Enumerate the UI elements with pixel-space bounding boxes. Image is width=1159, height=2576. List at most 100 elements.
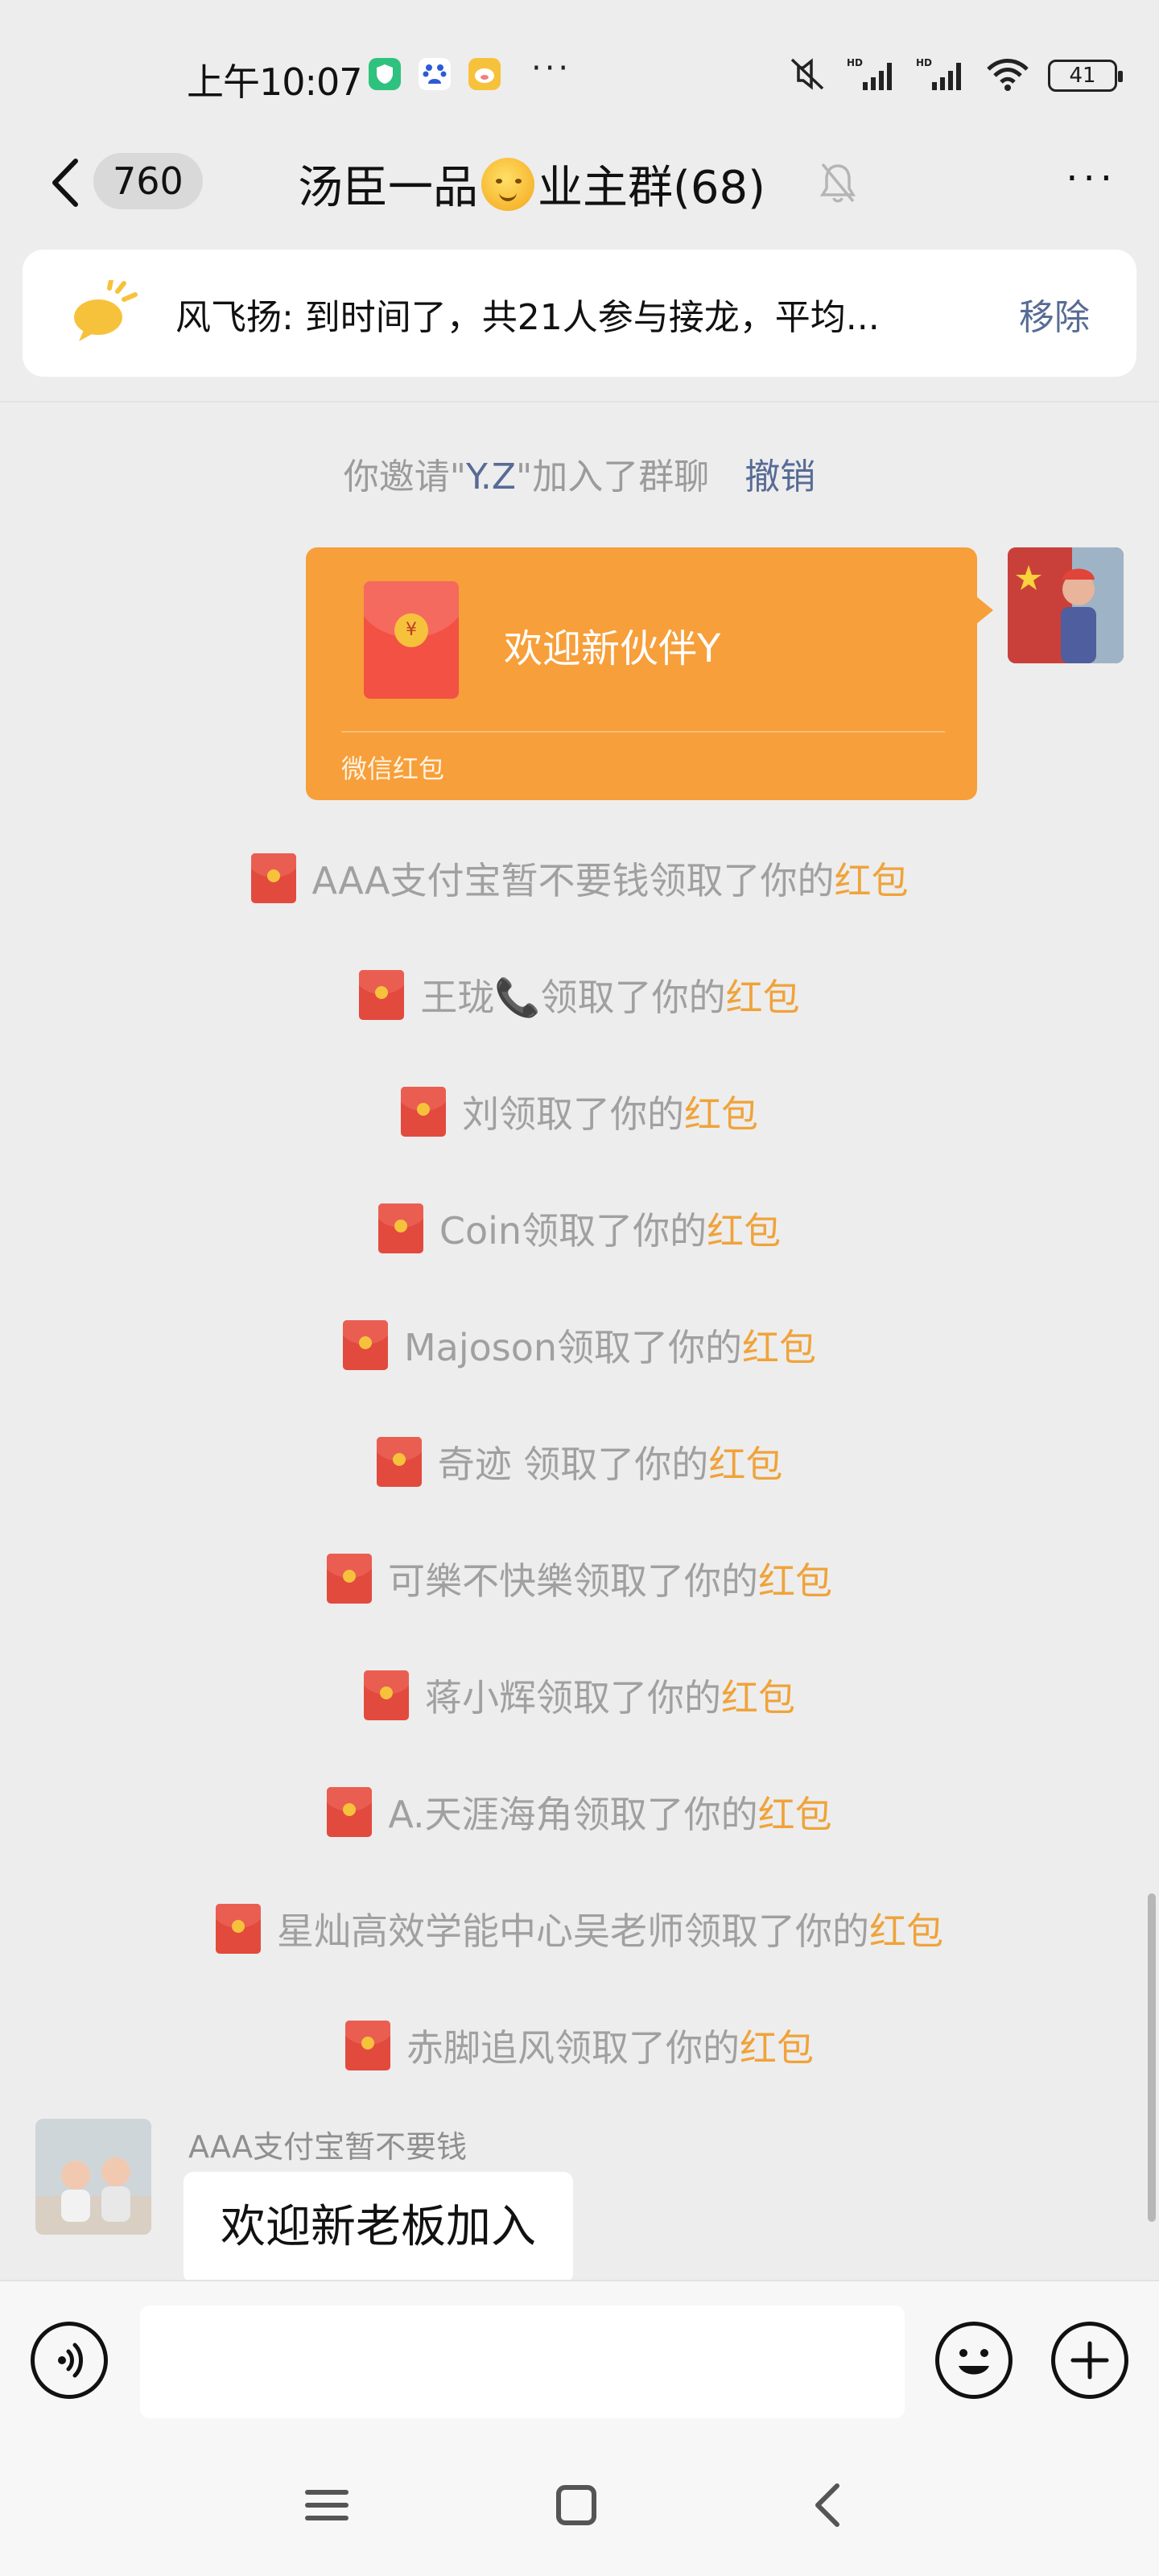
system-nav-bar (0, 2425, 1159, 2576)
hd-signal-icon: HD (847, 56, 898, 95)
hd-signal-icon: HD (916, 56, 967, 95)
back-button[interactable] (45, 155, 93, 211)
claim-text: 可樂不快樂领取了你的 (388, 1559, 758, 1603)
claim-text: 星灿高效学能中心吴老师领取了你的 (277, 1909, 869, 1953)
pig-app-icon (468, 58, 501, 90)
claim-notice: 奇迹 领取了你的 红包 (0, 1435, 1159, 1488)
notice-prefix: 你邀请" (343, 456, 466, 497)
invitee-name-link[interactable]: Y.Z (466, 456, 516, 497)
message-input[interactable] (140, 2306, 905, 2418)
red-packet-link[interactable]: 红包 (869, 1902, 943, 1955)
back-arrow-icon (815, 2483, 839, 2527)
menu-icon (305, 2490, 349, 2520)
red-packet-icon (377, 1203, 423, 1253)
voice-input-button[interactable] (31, 2322, 108, 2399)
shield-app-icon (369, 58, 401, 90)
chevron-left-icon (52, 159, 78, 207)
bell-muted-icon (818, 161, 858, 209)
avatar-photo (1008, 547, 1124, 663)
claim-notice: 赤脚追风领取了你的 红包 (0, 2019, 1159, 2072)
back-nav-button[interactable] (797, 2473, 861, 2537)
sender-avatar[interactable] (35, 2119, 151, 2235)
home-nav-button[interactable] (544, 2473, 608, 2537)
incoming-message-bubble[interactable]: 欢迎新老板加入 (184, 2172, 573, 2283)
baidu-paw-icon (419, 58, 451, 90)
red-packet-icon (364, 1670, 409, 1720)
red-packet-icon (359, 970, 405, 1020)
my-avatar[interactable] (1008, 547, 1124, 663)
claim-text: 奇迹 领取了你的 (437, 1443, 709, 1486)
red-packet-link[interactable]: 红包 (758, 1552, 832, 1605)
red-packet-message[interactable]: ¥ 欢迎新伙伴Y 微信红包 (306, 547, 993, 800)
red-packet-link[interactable]: 红包 (742, 1319, 816, 1372)
red-packet-link[interactable]: 红包 (726, 968, 800, 1022)
voice-icon (58, 2343, 83, 2378)
red-packet-link[interactable]: 红包 (834, 852, 908, 905)
status-more-dots: ··· (531, 50, 572, 87)
pinned-announcement[interactable]: 风飞扬: 到时间了，共21人参与接龙，平均... 移除 (23, 250, 1136, 377)
claim-notice: A.天涯海角领取了你的 红包 (0, 1785, 1159, 1839)
svg-text:HD: HD (916, 57, 932, 68)
red-packet-footer: 微信红包 (341, 753, 445, 784)
red-packet-icon (250, 853, 296, 903)
claim-text: A.天涯海角领取了你的 (388, 1793, 758, 1836)
claim-text: Coin领取了你的 (439, 1209, 707, 1253)
status-app-icons (369, 58, 501, 90)
revoke-button[interactable]: 撤销 (744, 456, 815, 497)
claim-text: Majoson领取了你的 (403, 1326, 743, 1369)
wifi-icon (985, 56, 1030, 95)
status-time: 上午10:07 (187, 60, 363, 104)
red-packet-link[interactable]: 红包 (721, 1669, 795, 1722)
claim-text: AAA支付宝暂不要钱领取了你的 (311, 859, 835, 902)
claim-text: 蒋小辉领取了你的 (425, 1676, 721, 1719)
chat-header: 760 汤臣一品 业主群(68) ··· (0, 137, 1159, 225)
claim-notice: AAA支付宝暂不要钱领取了你的 红包 (0, 852, 1159, 905)
red-packet-divider (341, 731, 945, 733)
red-packet-link[interactable]: 红包 (708, 1435, 782, 1488)
red-packet-link[interactable]: 红包 (707, 1202, 781, 1255)
claim-text: 刘领取了你的 (462, 1092, 684, 1136)
plus-icon (1070, 2341, 1109, 2380)
svg-text:HD: HD (847, 57, 863, 68)
emoji-button[interactable] (935, 2322, 1013, 2399)
red-packet-link[interactable]: 红包 (758, 1785, 832, 1839)
claim-notice: 星灿高效学能中心吴老师领取了你的 红包 (0, 1902, 1159, 1955)
status-bar: 上午10:07 ··· HD HD 41 (0, 0, 1159, 145)
claim-notice: 刘领取了你的 红包 (0, 1085, 1159, 1138)
red-packet-icon (376, 1437, 422, 1487)
scrollbar[interactable] (1148, 1893, 1156, 2222)
red-envelope-icon: ¥ (364, 581, 459, 699)
claim-text: 赤脚追风领取了你的 (406, 2026, 740, 2070)
system-notice: 你邀请"Y.Z"加入了群聊 撤销 (0, 448, 1159, 499)
red-packet-icon (342, 1320, 388, 1370)
red-packet-icon (345, 2021, 390, 2070)
red-packet-icon (401, 1087, 446, 1137)
smiley-icon (959, 2349, 989, 2375)
menu-nav-button[interactable] (295, 2473, 359, 2537)
red-packet-icon (216, 1904, 261, 1954)
red-packet-title: 欢迎新伙伴Y (504, 626, 721, 671)
avatar-photo (35, 2119, 151, 2235)
claim-notice: Majoson领取了你的 红包 (0, 1319, 1159, 1372)
red-packet-link[interactable]: 红包 (740, 2019, 814, 2072)
chat-title-part2: 业主群(68) (538, 162, 765, 214)
battery-icon: 41 (1048, 60, 1123, 92)
more-options-button[interactable]: ··· (1066, 156, 1117, 201)
notice-suffix: "加入了群聊 (516, 456, 710, 497)
remove-pinned-button[interactable]: 移除 (1019, 288, 1090, 340)
red-packet-link[interactable]: 红包 (684, 1085, 758, 1138)
unread-count-badge[interactable]: 760 (93, 153, 203, 209)
announcement-icon (68, 278, 140, 348)
sender-name: AAA支付宝暂不要钱 (188, 2129, 468, 2165)
home-square-icon (556, 2485, 596, 2525)
more-functions-button[interactable] (1051, 2322, 1128, 2399)
claim-notice: 蒋小辉领取了你的 红包 (0, 1669, 1159, 1722)
claim-notice: 王珑📞领取了你的 红包 (0, 968, 1159, 1022)
red-packet-icon (327, 1554, 372, 1604)
red-packet-icon (327, 1787, 373, 1837)
pinned-text: 风飞扬: 到时间了，共21人参与接龙，平均... (175, 297, 880, 338)
mute-icon (787, 56, 829, 95)
claim-text: 王珑📞领取了你的 (420, 976, 726, 1019)
claim-notice: Coin领取了你的 红包 (0, 1202, 1159, 1255)
sun-emoji-icon (481, 157, 534, 211)
